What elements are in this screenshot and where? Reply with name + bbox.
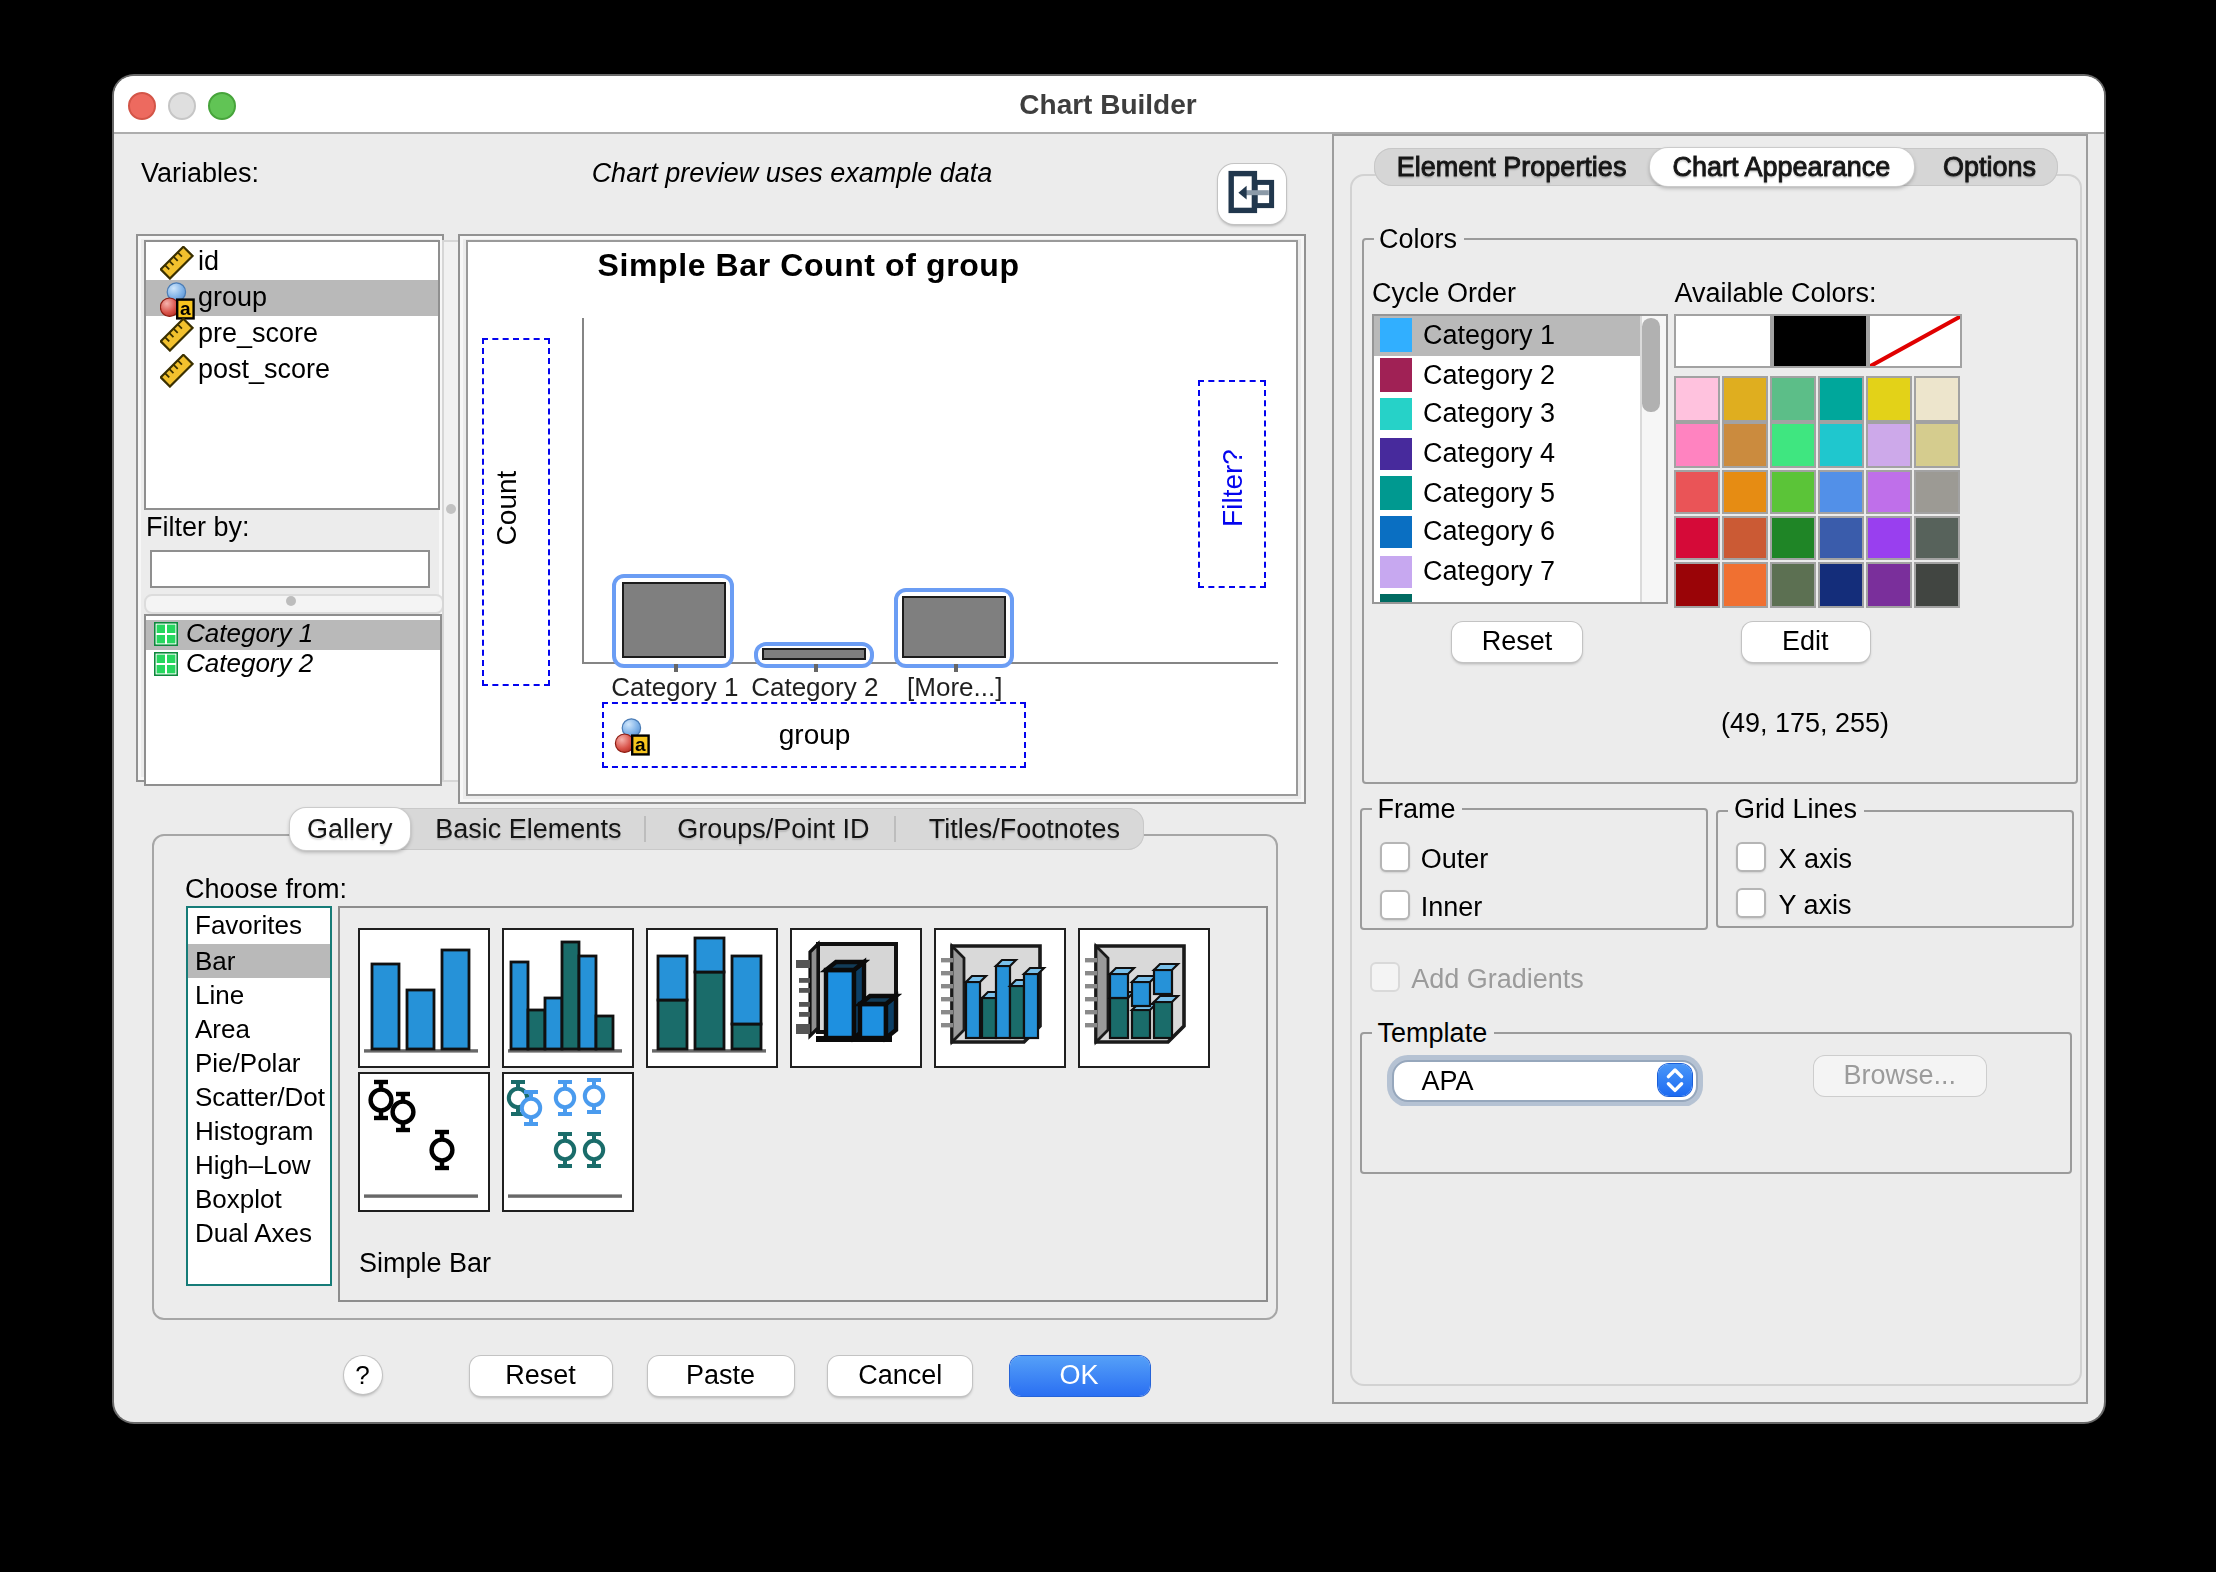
svg-text:a: a <box>179 297 190 318</box>
